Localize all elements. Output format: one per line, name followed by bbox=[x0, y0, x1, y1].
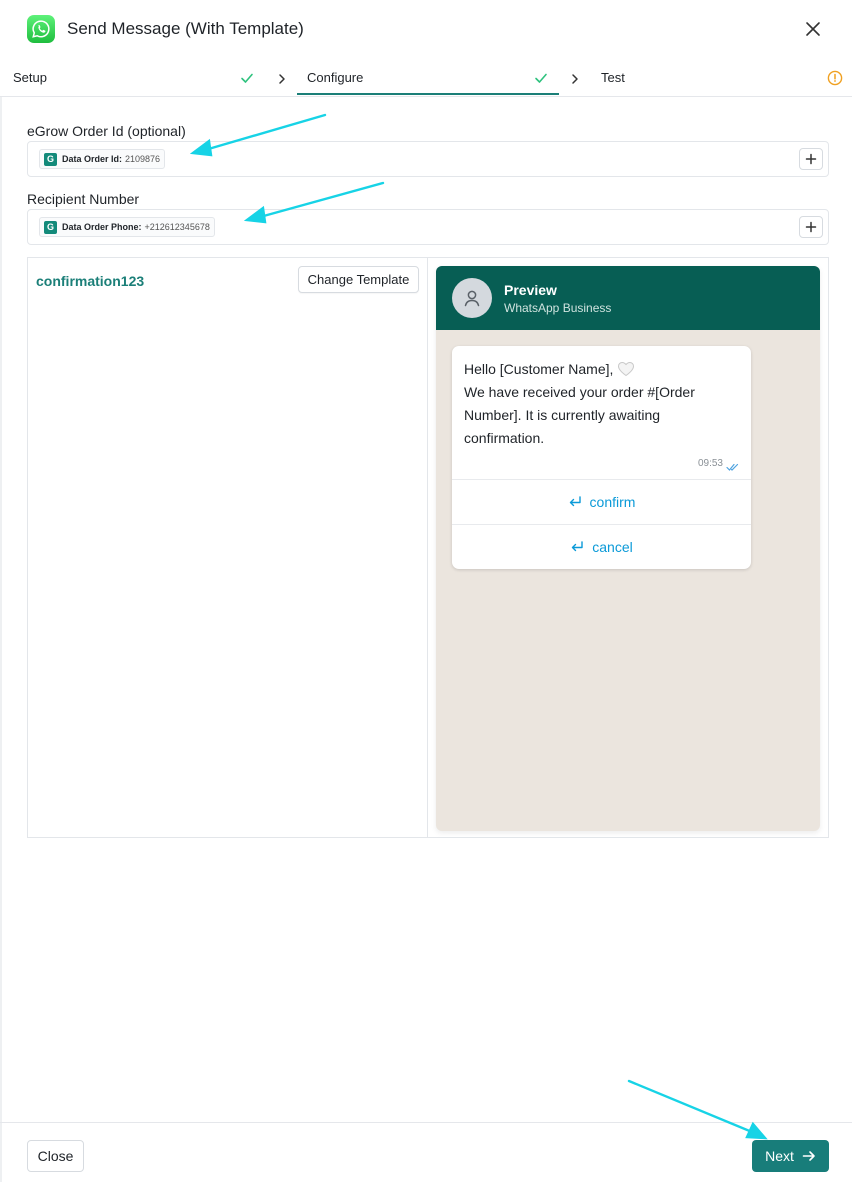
modal-left-edge bbox=[0, 97, 2, 1182]
message-line: Hello [Customer Name], bbox=[464, 358, 734, 381]
user-icon bbox=[464, 290, 480, 307]
quick-reply-cancel[interactable]: cancel bbox=[452, 524, 751, 568]
panel-divider bbox=[427, 258, 428, 837]
chip-value: +212612345678 bbox=[144, 222, 210, 232]
check-icon bbox=[534, 71, 548, 85]
whatsapp-icon bbox=[27, 15, 55, 43]
white-heart-icon bbox=[617, 361, 635, 377]
egrow-icon: G bbox=[44, 152, 57, 166]
template-name: confirmation123 bbox=[36, 273, 145, 289]
change-template-button[interactable]: Change Template bbox=[298, 266, 419, 293]
double-check-icon bbox=[726, 459, 739, 471]
message-text: Hello [Customer Name], We have received … bbox=[464, 358, 734, 450]
stepper: Setup Configure Test bbox=[0, 60, 852, 97]
quick-reply-label: cancel bbox=[592, 538, 633, 555]
chip-value: 2109876 bbox=[125, 154, 161, 164]
return-icon bbox=[569, 495, 581, 506]
return-icon bbox=[572, 540, 583, 551]
step-test[interactable]: Test bbox=[601, 70, 625, 85]
modal-title: Send Message (With Template) bbox=[67, 19, 304, 38]
chevron-right-icon bbox=[276, 72, 288, 84]
quick-reply-confirm[interactable]: confirm bbox=[452, 479, 751, 523]
chevron-right-icon bbox=[569, 72, 581, 84]
egrow-icon: G bbox=[44, 220, 57, 234]
close-button[interactable]: Close bbox=[27, 1140, 84, 1172]
quick-reply-label: confirm bbox=[589, 493, 636, 510]
arrow-right-icon bbox=[802, 1151, 815, 1161]
step-configure[interactable]: Configure bbox=[307, 70, 363, 85]
warning-icon bbox=[827, 70, 843, 86]
recipient-label: Recipient Number bbox=[27, 191, 140, 207]
plus-icon bbox=[805, 221, 817, 233]
template-panel: confirmation123 Change Template Preview … bbox=[27, 257, 829, 838]
check-icon bbox=[240, 71, 254, 85]
order-id-chip[interactable]: G Data Order Id: 2109876 bbox=[39, 149, 166, 169]
avatar bbox=[452, 278, 492, 318]
preview-subtitle: WhatsApp Business bbox=[504, 301, 612, 315]
plus-icon bbox=[805, 153, 817, 165]
recipient-field[interactable]: G Data Order Phone: +212612345678 bbox=[27, 209, 829, 245]
next-button[interactable]: Next bbox=[752, 1140, 829, 1172]
message-bubble: Hello [Customer Name], We have received … bbox=[452, 346, 751, 569]
message-greeting: Hello [Customer Name], bbox=[464, 361, 614, 377]
chip-key: Data Order Id: bbox=[62, 154, 123, 164]
active-step-indicator bbox=[297, 93, 559, 95]
message-body: We have received your order #[Order Numb… bbox=[464, 384, 695, 446]
next-button-label: Next bbox=[765, 1148, 794, 1164]
recipient-chip[interactable]: G Data Order Phone: +212612345678 bbox=[39, 217, 215, 237]
preview-header: Preview WhatsApp Business bbox=[436, 266, 820, 330]
order-id-field[interactable]: G Data Order Id: 2109876 bbox=[27, 141, 829, 177]
modal-header: Send Message (With Template) bbox=[0, 0, 852, 60]
close-icon[interactable] bbox=[803, 19, 823, 39]
whatsapp-preview: Preview WhatsApp Business Hello [Custome… bbox=[436, 266, 820, 831]
modal-footer: Close Next bbox=[0, 1122, 852, 1182]
message-time: 09:53 bbox=[697, 458, 723, 469]
preview-title: Preview bbox=[504, 282, 557, 298]
order-id-label: eGrow Order Id (optional) bbox=[27, 123, 186, 139]
chip-key: Data Order Phone: bbox=[62, 222, 142, 232]
add-variable-button[interactable] bbox=[799, 148, 823, 170]
step-setup[interactable]: Setup bbox=[13, 70, 47, 85]
add-variable-button[interactable] bbox=[799, 216, 823, 238]
